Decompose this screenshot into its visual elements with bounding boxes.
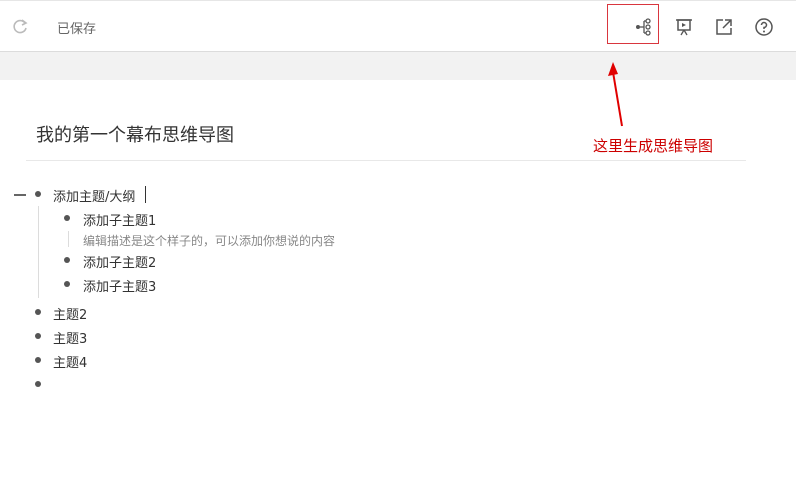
- bullet-child-2[interactable]: [64, 257, 70, 263]
- bullet-topic-4[interactable]: [35, 357, 41, 363]
- bullet-topic-3[interactable]: [35, 333, 41, 339]
- outline-topic-3[interactable]: 主题3: [53, 328, 87, 347]
- outline-child-1[interactable]: 添加子主题1: [83, 210, 156, 229]
- outline-topic-4[interactable]: 主题4: [53, 352, 87, 371]
- annotation-arrow: [608, 62, 623, 127]
- toolbar-strip: [0, 51, 796, 80]
- save-status: 已保存: [57, 22, 97, 37]
- annotation-label: 这里生成思维导图: [593, 137, 714, 155]
- text-cursor: [145, 186, 146, 203]
- outline-topic-2[interactable]: 主题2: [53, 304, 87, 323]
- title-divider: [26, 160, 746, 161]
- top-toolbar: 已保存: [0, 0, 796, 51]
- indent-guide: [38, 206, 39, 298]
- outline-child-1-note[interactable]: 编辑描述是这个样子的，可以添加你想说的内容: [83, 232, 335, 249]
- outline-root-node[interactable]: 添加主题/大纲: [53, 186, 135, 205]
- outline-child-3[interactable]: 添加子主题3: [83, 276, 156, 295]
- help-icon[interactable]: [754, 17, 774, 37]
- bullet-child-3[interactable]: [64, 281, 70, 287]
- bullet-empty[interactable]: [35, 381, 41, 387]
- bullet-root[interactable]: [35, 191, 41, 197]
- outline-child-2[interactable]: 添加子主题2: [83, 252, 156, 271]
- export-icon[interactable]: [714, 17, 734, 37]
- redo-icon[interactable]: [11, 17, 29, 35]
- collapse-toggle[interactable]: [14, 194, 26, 196]
- presentation-icon[interactable]: [674, 17, 694, 37]
- document-title[interactable]: 我的第一个幕布思维导图: [36, 121, 234, 147]
- bullet-topic-2[interactable]: [35, 309, 41, 315]
- bullet-child-1[interactable]: [64, 215, 70, 221]
- note-guide: [68, 231, 69, 247]
- mindmap-icon[interactable]: [634, 17, 654, 37]
